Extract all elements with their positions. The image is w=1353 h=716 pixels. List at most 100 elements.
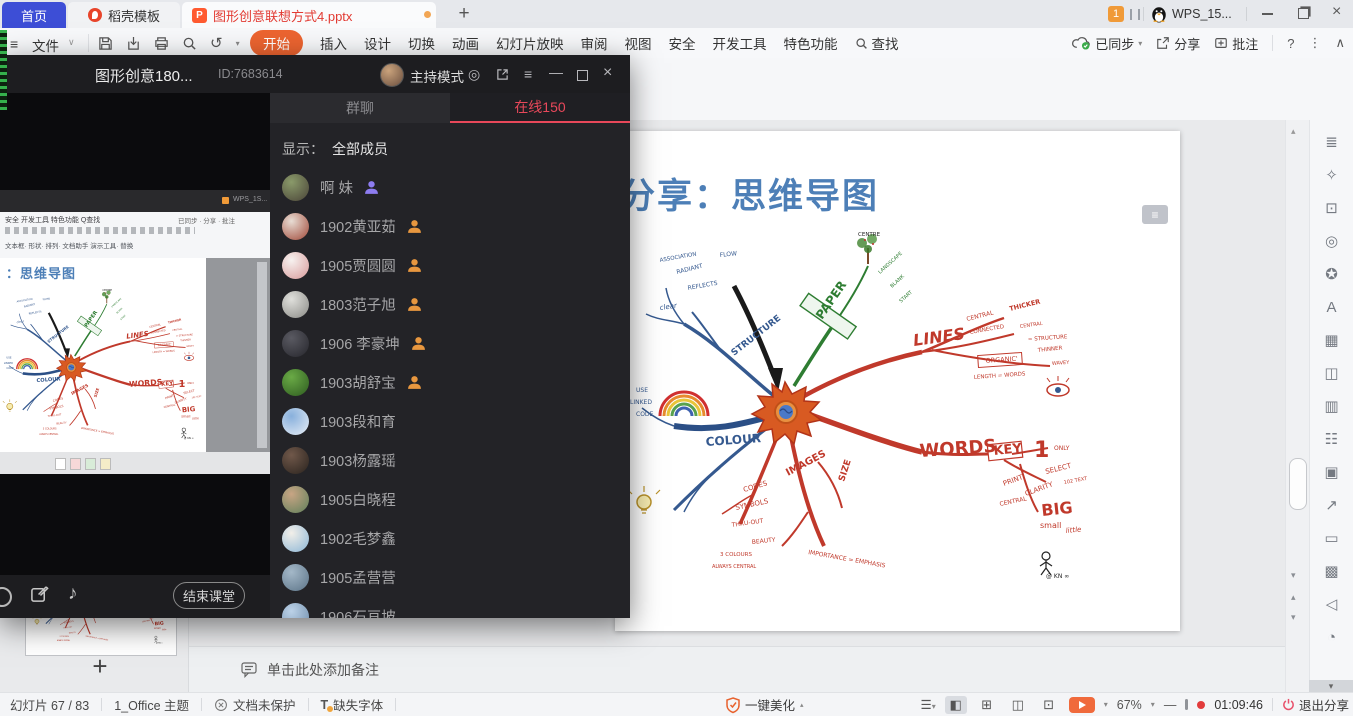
projector-view-button[interactable]: ⊡: [1038, 696, 1060, 714]
zoom-slider-handle[interactable]: [1185, 699, 1188, 710]
notes-toggle-icon[interactable]: ☰▾: [921, 697, 936, 712]
member-row[interactable]: 啊 妹: [270, 168, 630, 207]
ribbon-tab-开始[interactable]: 开始: [250, 30, 303, 56]
next-slide-double-icon[interactable]: ▾: [1291, 612, 1296, 623]
new-slide-button[interactable]: +: [84, 650, 116, 682]
member-row[interactable]: 1902黄亚茹: [270, 207, 630, 246]
material-box-icon[interactable]: ▭: [1310, 524, 1353, 557]
ribbon-tab-动画[interactable]: 动画: [452, 33, 479, 53]
member-filter[interactable]: 显示： 全部成员: [282, 139, 630, 159]
overlay-title-bar[interactable]: 图形创意180... ID:7683614 主持模式 ◎ ≡ — ×: [0, 55, 630, 93]
hamburger-icon[interactable]: ≡: [10, 36, 18, 52]
adjust-sliders-icon[interactable]: ☷: [1310, 425, 1353, 458]
notification-badge[interactable]: 1: [1108, 6, 1124, 22]
ribbon-find-button[interactable]: 查找: [855, 33, 899, 53]
normal-view-button[interactable]: ◧: [945, 696, 967, 714]
overlay-maximize-button[interactable]: [577, 70, 588, 81]
host-avatar[interactable]: [380, 63, 404, 87]
slide-title[interactable]: 分享：思维导图: [620, 168, 879, 219]
collapse-ribbon-icon[interactable]: ∧: [1335, 35, 1345, 51]
annotate-icon[interactable]: [30, 585, 49, 604]
member-row[interactable]: 1803范子旭: [270, 285, 630, 324]
music-icon[interactable]: ♪: [68, 583, 78, 605]
save-icon[interactable]: [98, 36, 113, 51]
beautify-wand-icon[interactable]: ✧: [1310, 161, 1353, 194]
tab-online-members[interactable]: 在线150: [450, 93, 630, 123]
more-menu-icon[interactable]: ⋮: [1308, 35, 1321, 51]
member-row[interactable]: 1902毛梦鑫: [270, 519, 630, 558]
member-row[interactable]: 1903胡舒宝: [270, 363, 630, 402]
member-row[interactable]: 1903杨露瑶: [270, 441, 630, 480]
export-icon[interactable]: ↗: [1310, 491, 1353, 524]
undo-caret-icon[interactable]: ▾: [236, 39, 240, 48]
audio-icon[interactable]: ◁: [1310, 590, 1353, 623]
mindmap-image[interactable]: [622, 224, 1092, 589]
zoom-caret-icon[interactable]: ▾: [1151, 700, 1155, 709]
sidebar-collapse-button[interactable]: ▾: [1309, 680, 1353, 692]
prev-slide-double-icon[interactable]: ▴: [1291, 592, 1296, 603]
scroll-up-icon[interactable]: ▴: [1291, 126, 1296, 137]
tab-template[interactable]: 稻壳模板: [68, 2, 180, 28]
zoom-level[interactable]: 67%: [1117, 698, 1142, 712]
sync-status-button[interactable]: 已同步 ▾: [1072, 34, 1142, 53]
ribbon-tab-安全[interactable]: 安全: [669, 33, 696, 53]
ribbon-tab-设计[interactable]: 设计: [364, 33, 391, 53]
overlay-menu-icon[interactable]: ≡: [524, 66, 532, 82]
ribbon-tab-幻灯片放映[interactable]: 幻灯片放映: [496, 33, 564, 53]
qq-penguin-icon[interactable]: [1150, 5, 1168, 23]
end-class-button[interactable]: 结束课堂: [173, 582, 245, 609]
notes-bar[interactable]: 单击此处添加备注: [189, 646, 1285, 692]
help-button[interactable]: ?: [1287, 36, 1294, 51]
transition-icon[interactable]: ⊡: [1310, 194, 1353, 227]
member-row[interactable]: 1903段和育: [270, 402, 630, 441]
award-icon[interactable]: ✪: [1310, 260, 1353, 293]
text-tool-icon[interactable]: A: [1310, 293, 1353, 326]
picture-icon[interactable]: ▩: [1310, 557, 1353, 590]
table-icon[interactable]: ▦: [1310, 326, 1353, 359]
ribbon-tab-切换[interactable]: 切换: [408, 33, 435, 53]
new-tab-button[interactable]: +: [452, 2, 476, 26]
member-row[interactable]: 1905贾圆圆: [270, 246, 630, 285]
file-menu-caret-icon[interactable]: ∨: [68, 37, 75, 48]
missing-font-status[interactable]: 缺失字体: [333, 695, 383, 714]
minimize-button[interactable]: [1262, 13, 1273, 15]
share-button[interactable]: 分享: [1156, 34, 1200, 53]
ribbon-tab-开发工具[interactable]: 开发工具: [713, 33, 767, 53]
theme-name[interactable]: 1_Office 主题: [114, 695, 189, 714]
ribbon-tab-审阅[interactable]: 审阅: [581, 33, 608, 53]
member-row[interactable]: 1905孟营营: [270, 558, 630, 597]
chart-icon[interactable]: ▥: [1310, 392, 1353, 425]
shapes-icon[interactable]: ◎: [1310, 227, 1353, 260]
output-icon[interactable]: [126, 36, 141, 51]
scrollbar-thumb[interactable]: [1289, 458, 1307, 510]
vertical-scrollbar[interactable]: [1285, 120, 1309, 692]
zoom-out-button[interactable]: —: [1164, 698, 1177, 712]
overlay-settings-icon[interactable]: ◎: [468, 66, 480, 83]
overlay-close-button[interactable]: ×: [603, 64, 612, 82]
history-icon[interactable]: ◔: [1310, 623, 1353, 656]
print-preview-icon[interactable]: [182, 36, 197, 51]
overlay-minimize-button[interactable]: —: [549, 64, 563, 80]
print-icon[interactable]: [154, 36, 169, 51]
ribbon-tab-视图[interactable]: 视图: [625, 33, 652, 53]
member-row[interactable]: 1906石亘坡: [270, 597, 630, 618]
tab-document[interactable]: P 图形创意联想方式4.pptx: [182, 2, 436, 28]
layout-grid-icon[interactable]: ◫: [1310, 359, 1353, 392]
close-button[interactable]: ×: [1332, 3, 1341, 21]
comment-button[interactable]: 批注: [1214, 34, 1258, 53]
exit-share-button[interactable]: 退出分享: [1282, 695, 1349, 714]
one-key-beautify-button[interactable]: 一键美化 ▴: [726, 693, 804, 716]
reading-view-button[interactable]: ◫: [1007, 696, 1029, 714]
host-mode-label[interactable]: 主持模式: [410, 66, 464, 86]
tray-app-label[interactable]: WPS_15...: [1172, 7, 1232, 21]
file-menu[interactable]: 文件: [32, 35, 59, 55]
slideshow-play-button[interactable]: [1069, 697, 1095, 713]
panel-handle-icon[interactable]: ≣: [1310, 128, 1353, 161]
slide-sorter-view-button[interactable]: ⊞: [976, 696, 998, 714]
undo-icon[interactable]: ↺: [210, 34, 223, 52]
restore-button[interactable]: [1298, 8, 1309, 19]
ribbon-tab-特色功能[interactable]: 特色功能: [784, 33, 838, 53]
stock-image-icon[interactable]: ▣: [1310, 458, 1353, 491]
tab-group-chat[interactable]: 群聊: [270, 93, 450, 123]
overlay-popout-icon[interactable]: [496, 68, 509, 81]
